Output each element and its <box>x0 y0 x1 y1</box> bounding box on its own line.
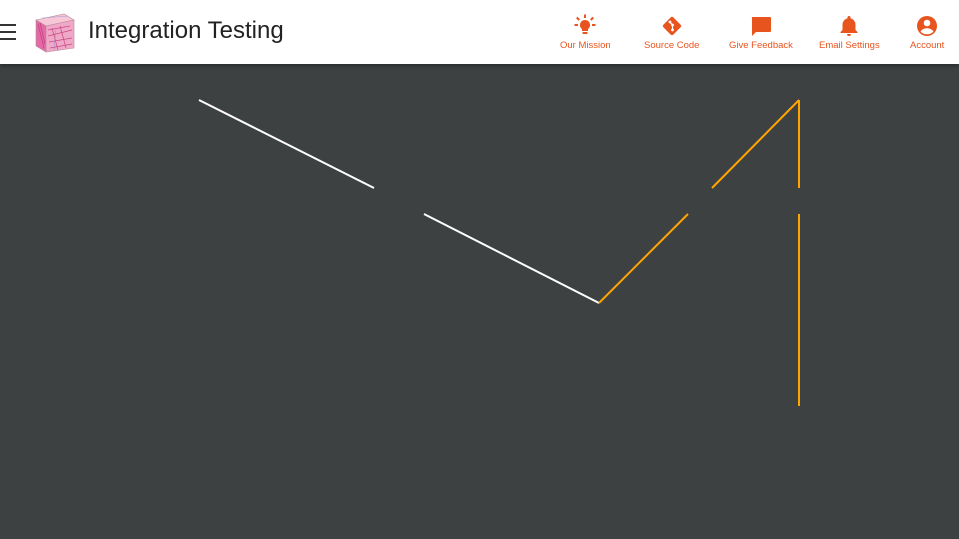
page-title: Integration Testing <box>88 17 284 44</box>
bell-icon <box>840 16 858 36</box>
nav-email-settings[interactable]: Email Settings <box>819 14 880 54</box>
nav-label: Email Settings <box>819 40 880 51</box>
cube-logo[interactable] <box>30 8 78 56</box>
account-circle-icon <box>917 16 938 36</box>
nav-label: Source Code <box>644 40 700 51</box>
nav-source-code[interactable]: Source Code <box>644 14 699 54</box>
orange-line-segment <box>711 99 800 189</box>
lightbulb-icon <box>574 14 596 34</box>
nav-label: Give Feedback <box>729 40 793 51</box>
git-icon <box>662 16 681 36</box>
white-line-segment <box>198 99 375 189</box>
app-bar: Integration Testing Our Mission Source C… <box>0 0 959 64</box>
nav-label: Our Mission <box>560 40 611 51</box>
nav-give-feedback[interactable]: Give Feedback <box>729 14 793 54</box>
drawing-canvas[interactable] <box>0 64 959 539</box>
chat-bubble-icon <box>751 17 771 36</box>
hamburger-menu-icon[interactable] <box>0 22 18 42</box>
nav-account[interactable]: Account <box>910 14 944 54</box>
orange-line-segment <box>598 213 689 304</box>
nav-our-mission[interactable]: Our Mission <box>560 14 611 54</box>
nav-label: Account <box>910 40 945 51</box>
white-line-segment <box>423 213 600 304</box>
